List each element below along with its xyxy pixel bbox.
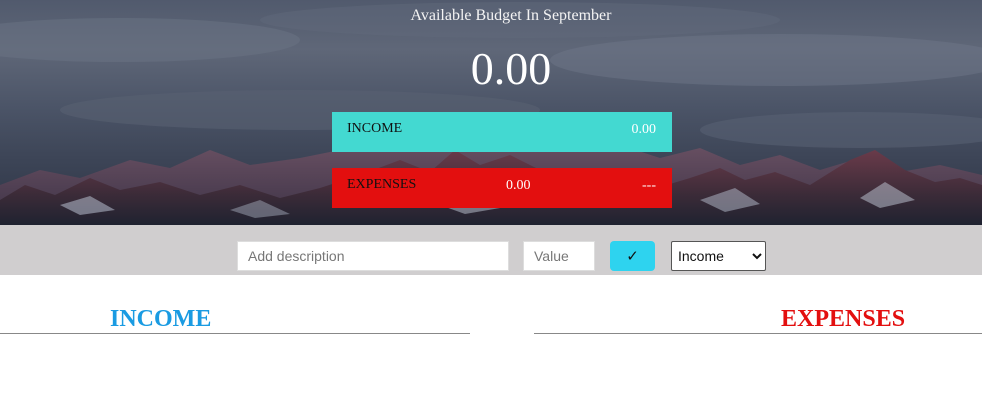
available-budget-value: 0.00 <box>470 43 552 94</box>
expenses-percentage: --- <box>642 178 656 193</box>
expenses-list-divider <box>534 333 982 334</box>
expenses-list-title: EXPENSES <box>781 306 906 332</box>
income-list-title: INCOME <box>110 306 212 332</box>
value-input[interactable] <box>523 241 595 271</box>
checkmark-icon: ✓ <box>626 247 639 265</box>
expenses-summary-value: 0.00 <box>506 178 531 193</box>
expenses-summary-label: EXPENSES <box>347 177 417 192</box>
income-summary: INCOME 0.00 <box>332 112 672 152</box>
add-item-bar: ✓ Income <box>0 225 982 275</box>
budget-title: Available Budget In September <box>410 7 612 24</box>
add-item-button[interactable]: ✓ <box>610 241 655 271</box>
type-select[interactable]: Income <box>671 241 766 271</box>
budget-header: Available Budget In September 0.00 INCOM… <box>0 0 982 225</box>
income-summary-value: 0.00 <box>631 122 657 137</box>
expenses-summary: EXPENSES 0.00 --- <box>332 168 672 208</box>
description-input[interactable] <box>237 241 509 271</box>
income-summary-label: INCOME <box>347 121 403 136</box>
income-list-divider <box>0 333 470 334</box>
